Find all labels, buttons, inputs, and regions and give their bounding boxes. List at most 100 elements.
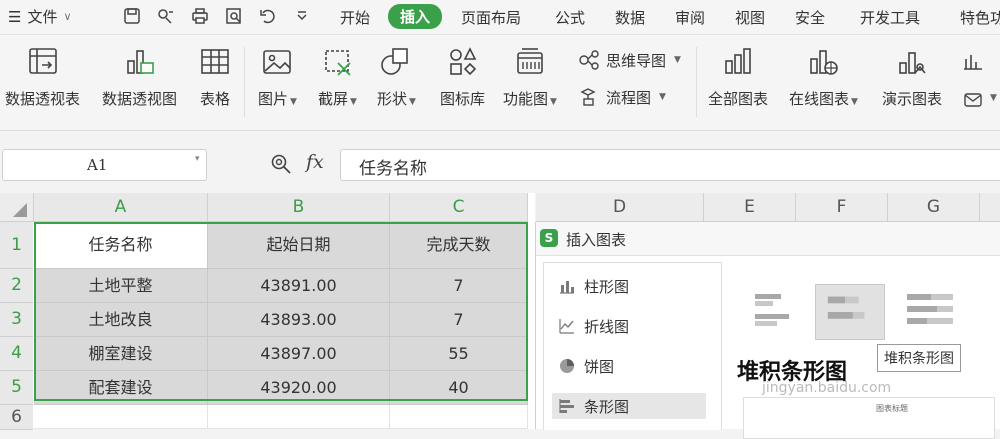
- table-cell[interactable]: 40: [390, 371, 528, 405]
- screenshot-button[interactable]: 截屏 ▼: [318, 45, 357, 109]
- select-all-corner[interactable]: [0, 193, 34, 222]
- table-cell[interactable]: 配套建设: [34, 371, 208, 405]
- pivot-chart-button[interactable]: 数据透视图: [102, 45, 177, 109]
- table-cell[interactable]: 43893.00: [208, 303, 390, 337]
- row-header-4[interactable]: 4: [0, 337, 33, 371]
- zoom-search-icon[interactable]: [270, 153, 292, 175]
- row-header-3[interactable]: 3: [0, 303, 33, 337]
- tab-page-layout[interactable]: 页面布局: [461, 7, 521, 28]
- watermark: jingyan.baidu.com: [762, 380, 892, 396]
- bar-chart-icon[interactable]: [962, 51, 984, 73]
- row-header-2[interactable]: 2: [0, 269, 33, 303]
- name-box[interactable]: A1 ▾: [2, 149, 207, 181]
- insert-function-button[interactable]: fx: [306, 151, 324, 173]
- stacked-bar-thumbnail[interactable]: [815, 284, 885, 340]
- table-label: 表格: [199, 90, 230, 108]
- tab-home[interactable]: 开始: [340, 7, 370, 28]
- column-header-a[interactable]: A: [34, 193, 208, 222]
- pivot-table-button[interactable]: 数据透视表: [5, 45, 80, 109]
- header-cell-start-date[interactable]: 起始日期: [208, 222, 390, 269]
- tab-data[interactable]: 数据: [615, 7, 645, 28]
- column-header-d[interactable]: D: [536, 193, 704, 222]
- table-cell[interactable]: 棚室建设: [34, 337, 208, 371]
- row-header-5[interactable]: 5: [0, 371, 33, 405]
- column-header-g[interactable]: G: [888, 193, 980, 222]
- pivot-table-icon: [28, 48, 57, 74]
- mind-map-label: 思维导图: [606, 51, 667, 70]
- table-button[interactable]: 表格: [198, 45, 232, 109]
- mind-map-button[interactable]: 思维导图 ▼: [578, 49, 681, 71]
- undo-icon[interactable]: [258, 6, 278, 26]
- table-cell[interactable]: 土地平整: [34, 269, 208, 303]
- demo-chart-button[interactable]: 演示图表: [882, 45, 942, 109]
- file-menu-label: 文件: [27, 8, 58, 26]
- table-cell[interactable]: 7: [390, 269, 528, 303]
- online-charts-button[interactable]: 在线图表 ▼: [789, 45, 858, 109]
- output-icon[interactable]: [156, 6, 176, 26]
- caret-down-icon: ▼: [290, 97, 297, 107]
- caret-down-icon: ▼: [350, 97, 357, 107]
- function-chart-button[interactable]: 功能图 ▼: [503, 45, 557, 109]
- print-preview-icon[interactable]: [224, 6, 244, 26]
- header-cell-task[interactable]: 任务名称: [34, 222, 208, 269]
- chevron-down-icon: ∨: [63, 10, 72, 23]
- column-header-b[interactable]: B: [208, 193, 390, 222]
- column-header-f[interactable]: F: [796, 193, 888, 222]
- picture-button[interactable]: 图片 ▼: [258, 45, 297, 109]
- icon-library-button[interactable]: 图标库: [440, 45, 485, 109]
- corner-triangle-icon: [13, 203, 27, 217]
- table-cell[interactable]: 43891.00: [208, 269, 390, 303]
- chart-type-pie[interactable]: 饼图: [552, 353, 706, 379]
- tab-formulas[interactable]: 公式: [555, 7, 585, 28]
- tab-review[interactable]: 审阅: [675, 7, 705, 28]
- chart-type-line[interactable]: 折线图: [552, 313, 706, 339]
- tab-features[interactable]: 特色功: [960, 7, 1000, 28]
- caret-down-icon: ▼: [659, 92, 666, 102]
- empty-cell[interactable]: [34, 405, 208, 429]
- print-icon[interactable]: [190, 6, 210, 26]
- file-menu[interactable]: ☰ 文件 ∨: [8, 6, 72, 27]
- row-header-1[interactable]: 1: [0, 222, 33, 269]
- header-cell-duration[interactable]: 完成天数: [390, 222, 528, 269]
- percent-stacked-bar-thumbnail[interactable]: [893, 284, 963, 340]
- row-header-6[interactable]: 6: [0, 405, 33, 430]
- table-cell[interactable]: 55: [390, 337, 528, 371]
- formula-value: 任务名称: [359, 159, 427, 179]
- tab-security[interactable]: 安全: [795, 7, 825, 28]
- table-cell[interactable]: 7: [390, 303, 528, 337]
- table-cell[interactable]: 43897.00: [208, 337, 390, 371]
- chart-subtype-tooltip: 堆积条形图: [877, 344, 961, 372]
- table-cell[interactable]: 土地改良: [34, 303, 208, 337]
- column-header-c[interactable]: C: [390, 193, 528, 222]
- online-charts-label: 在线图表: [789, 90, 850, 108]
- formula-input[interactable]: 任务名称: [340, 149, 1000, 181]
- clustered-bar-thumbnail[interactable]: [741, 284, 811, 340]
- flowchart-button[interactable]: 流程图 ▼: [578, 86, 666, 108]
- tab-insert[interactable]: 插入: [388, 4, 443, 29]
- tab-developer[interactable]: 开发工具: [860, 7, 920, 28]
- sparkline-icon[interactable]: [962, 89, 984, 111]
- column-header-h[interactable]: [980, 193, 1000, 222]
- empty-cell[interactable]: [390, 405, 528, 429]
- dialog-titlebar[interactable]: S 插入图表: [536, 222, 1000, 256]
- mind-map-icon: [579, 50, 599, 70]
- table-cell[interactable]: 43920.00: [208, 371, 390, 405]
- chart-type-bar[interactable]: 条形图: [552, 393, 706, 419]
- dialog-title: 插入图表: [566, 231, 627, 249]
- save-icon[interactable]: [122, 6, 142, 26]
- chart-preview-title: 图表标题: [876, 404, 908, 413]
- all-charts-button[interactable]: 全部图表: [708, 45, 768, 109]
- customize-toolbar-icon[interactable]: [292, 6, 312, 26]
- caret-down-icon[interactable]: ▼: [990, 93, 997, 103]
- column-header-e[interactable]: E: [704, 193, 796, 222]
- ribbon-separator: [244, 47, 245, 117]
- spreadsheet-grid: A B C 1 2 3 4 5 6 任务名称 起始日期 完成天数 土地平整 43…: [0, 193, 535, 430]
- hamburger-icon: ☰: [8, 7, 22, 26]
- caret-down-icon: ▼: [550, 97, 557, 107]
- shapes-icon: [381, 48, 409, 75]
- bar-chart-icon: [559, 399, 574, 413]
- empty-cell[interactable]: [208, 405, 390, 429]
- chart-type-column[interactable]: 柱形图: [552, 273, 706, 299]
- tab-view[interactable]: 视图: [735, 7, 765, 28]
- shapes-button[interactable]: 形状 ▼: [377, 45, 416, 109]
